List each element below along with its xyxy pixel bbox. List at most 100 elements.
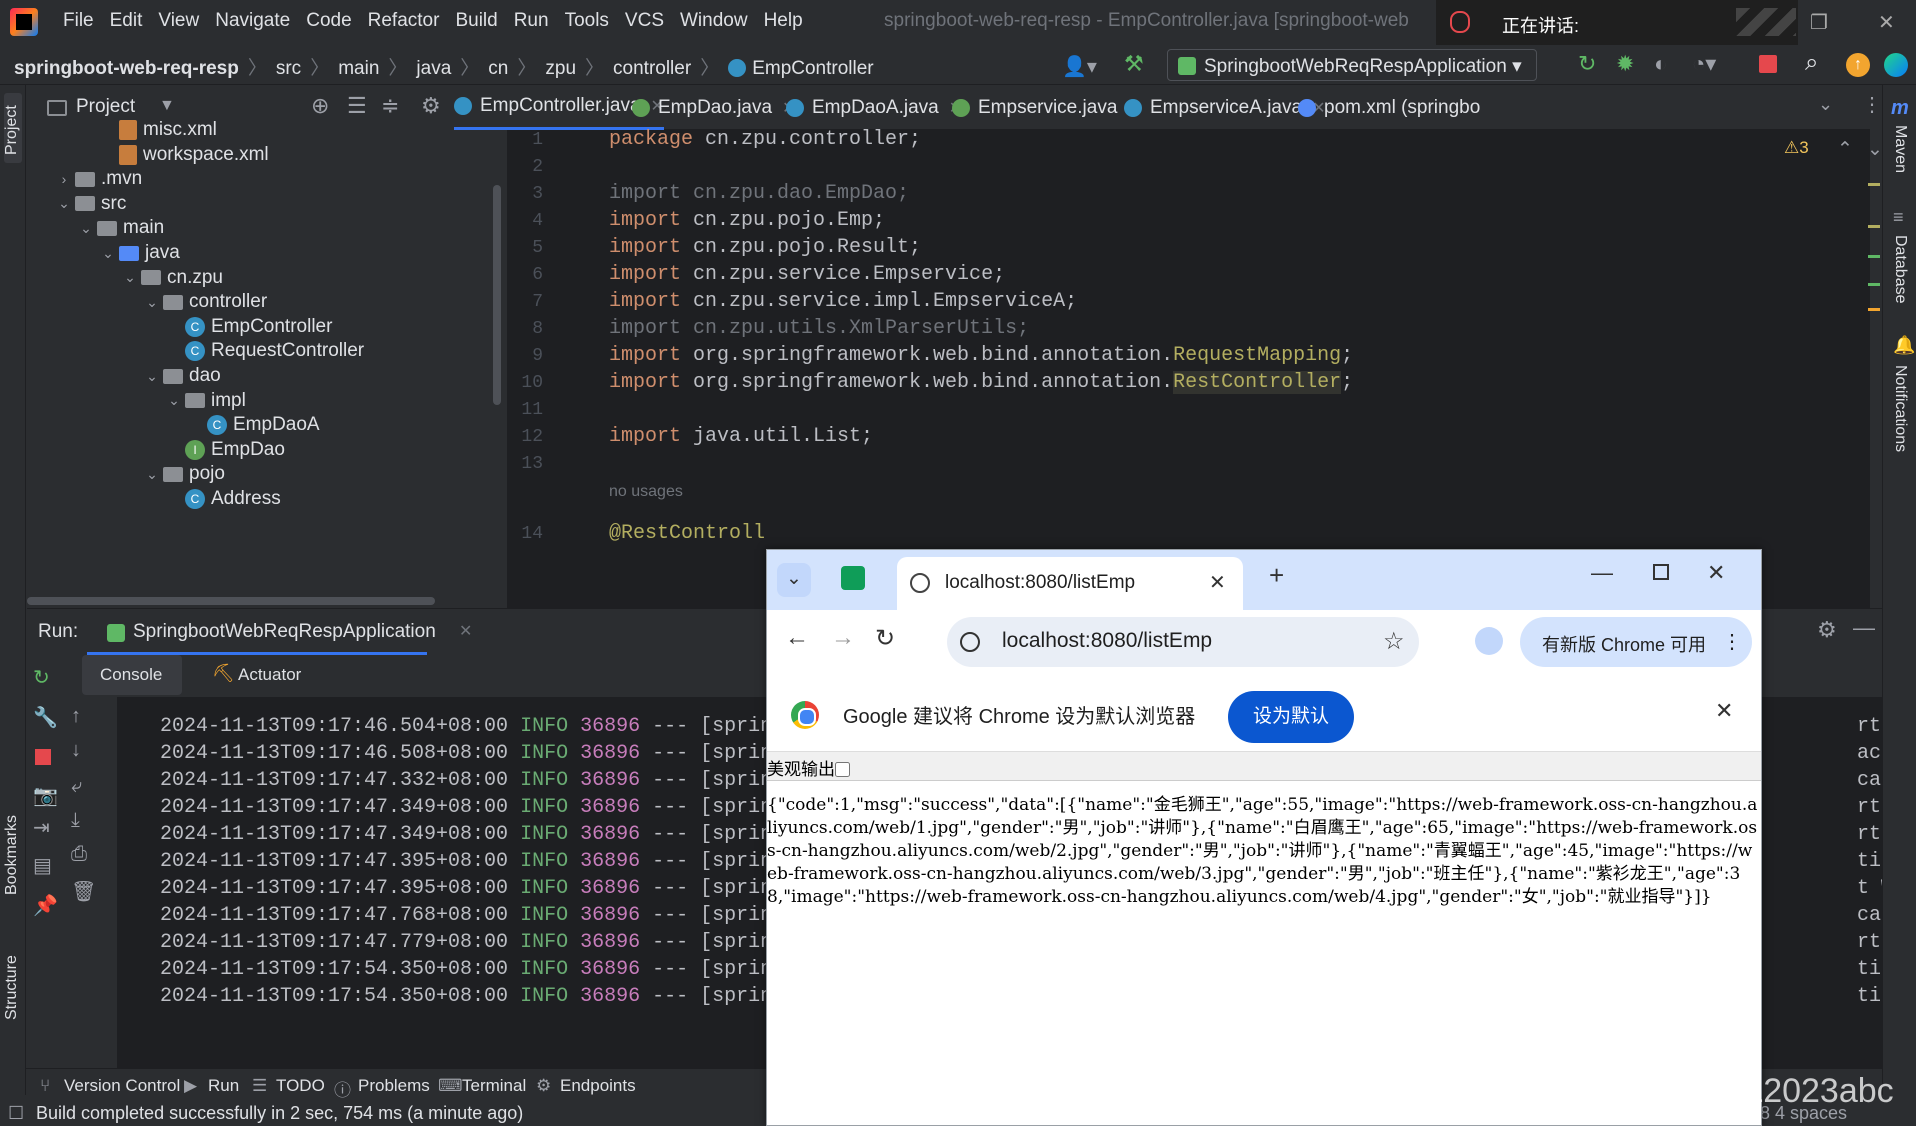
bottom-tab[interactable]: Problems xyxy=(358,1076,430,1096)
notifications-tool-label[interactable]: Notifications xyxy=(1891,365,1909,452)
scroll-mark[interactable] xyxy=(1868,183,1880,186)
update-icon[interactable]: ↑ xyxy=(1846,53,1870,77)
bookmark-star-icon[interactable]: ☆ xyxy=(1383,627,1405,656)
print-icon[interactable]: ⎙ xyxy=(71,843,87,866)
scroll-mark[interactable] xyxy=(1868,255,1880,258)
soft-wrap-icon[interactable]: ⤶ xyxy=(71,775,82,798)
intellij-logo-icon[interactable] xyxy=(10,8,38,36)
bookmarks-tool-label[interactable]: Bookmarks xyxy=(3,815,21,895)
menu-item-edit[interactable]: Edit xyxy=(110,10,149,32)
run-configuration-select[interactable]: SpringbootWebReqRespApplication ▾ xyxy=(1167,49,1537,81)
expand-arrow-icon[interactable]: ⌄ xyxy=(141,294,163,311)
expand-all-icon[interactable]: ☰ xyxy=(347,93,367,119)
scroll-to-end-icon[interactable]: ⤓ xyxy=(71,809,80,832)
chrome-update-button[interactable]: 有新版 Chrome 可用 ⋮ xyxy=(1520,617,1752,667)
search-icon[interactable]: ⌕ xyxy=(1805,49,1818,77)
breadcrumb-item[interactable]: EmpController xyxy=(752,58,873,79)
user-icon[interactable]: 👤▾ xyxy=(1062,54,1097,79)
warnings-indicator[interactable]: ⚠3 xyxy=(1784,138,1809,158)
status-checkbox-icon[interactable]: ☐ xyxy=(8,1103,24,1124)
close-window-icon[interactable]: ✕ xyxy=(1707,560,1725,586)
close-infobar-icon[interactable]: ✕ xyxy=(1715,698,1733,724)
prev-highlight-icon[interactable]: ⌃ xyxy=(1837,138,1853,161)
profile-avatar-icon[interactable] xyxy=(1475,627,1503,655)
database-tool-label[interactable]: Database xyxy=(1891,235,1909,304)
breadcrumb-item[interactable]: java xyxy=(416,58,451,79)
next-highlight-icon[interactable]: ⌄ xyxy=(1867,138,1883,161)
minimize-icon[interactable]: — xyxy=(1591,560,1613,586)
bottom-tab[interactable]: Endpoints xyxy=(560,1076,636,1096)
menu-item-build[interactable]: Build xyxy=(455,10,503,32)
menu-item-code[interactable]: Code xyxy=(306,10,357,32)
hide-run-panel-icon[interactable]: — xyxy=(1853,615,1875,641)
collapse-all-icon[interactable]: ≑ xyxy=(381,93,399,119)
editor-tab[interactable]: EmpDao.java✕ xyxy=(632,85,795,130)
rerun-icon[interactable]: ↻ xyxy=(1578,51,1596,77)
editor-tab[interactable]: Empservice.java✕ xyxy=(952,85,1141,130)
scroll-mark[interactable] xyxy=(1868,308,1880,311)
close-run-tab-icon[interactable]: ✕ xyxy=(459,621,472,641)
expand-arrow-icon[interactable]: ⌄ xyxy=(53,195,75,212)
new-tab-icon[interactable]: + xyxy=(1269,560,1284,591)
expand-arrow-icon[interactable]: ⌄ xyxy=(163,392,185,409)
reload-icon[interactable]: ↻ xyxy=(875,624,895,653)
profiler-icon[interactable]: ◔▾ xyxy=(1692,51,1716,77)
editor-tab[interactable]: EmpDaoA.java✕ xyxy=(786,85,962,130)
menu-item-refactor[interactable]: Refactor xyxy=(368,10,446,32)
tree-item[interactable]: C Address xyxy=(163,484,281,514)
menu-item-view[interactable]: View xyxy=(158,10,205,32)
debug-bug-icon[interactable]: ✹ xyxy=(1616,51,1634,77)
console-tab[interactable]: Console xyxy=(100,665,162,685)
bottom-tab[interactable]: Terminal xyxy=(462,1076,526,1096)
muted-mic-icon[interactable] xyxy=(1450,11,1470,33)
structure-tool-label[interactable]: Structure xyxy=(3,955,21,1020)
breadcrumb-item[interactable]: main xyxy=(338,58,379,79)
bell-icon[interactable]: 🔔 xyxy=(1893,335,1915,356)
expand-arrow-icon[interactable]: ⌄ xyxy=(141,466,163,483)
close-tab-icon[interactable]: ✕ xyxy=(1209,570,1226,595)
editor-tab[interactable]: pom.xml (springbo xyxy=(1298,85,1480,130)
project-hscrollbar[interactable] xyxy=(27,597,435,605)
code-editor[interactable]: 1 2 3 4 5 6 7 8 9 10 11 12 13 14 package cn.zpu.contr… xyxy=(507,128,1883,608)
trash-icon[interactable]: 🗑 xyxy=(71,879,96,904)
run-config-tab[interactable]: SpringbootWebReqRespApplication xyxy=(133,621,436,643)
tabs-dropdown-icon[interactable]: ⌄ xyxy=(1818,94,1833,115)
more-icon[interactable]: ⋮ xyxy=(1862,92,1882,117)
address-bar[interactable]: localhost:8080/listEmp ☆ xyxy=(947,617,1419,667)
breadcrumb-item[interactable]: controller xyxy=(613,58,691,79)
maximize-icon[interactable] xyxy=(1653,564,1669,580)
breadcrumb-item[interactable]: zpu xyxy=(545,58,576,79)
tab-search-icon[interactable]: ⌄ xyxy=(777,563,811,597)
close-window-icon[interactable]: ✕ xyxy=(1878,10,1895,35)
scroll-down-icon[interactable]: ↓ xyxy=(71,739,81,762)
scroll-up-icon[interactable]: ↑ xyxy=(71,705,81,728)
stop-icon[interactable] xyxy=(1759,55,1777,73)
camera-icon[interactable]: 📷 xyxy=(33,783,58,808)
bottom-tab[interactable]: TODO xyxy=(276,1076,325,1096)
expand-arrow-icon[interactable]: ⌄ xyxy=(75,220,97,237)
rerun-icon[interactable]: ↻ xyxy=(33,665,50,690)
browser-tab[interactable]: localhost:8080/listEmp ✕ xyxy=(897,557,1243,610)
breadcrumb-item[interactable]: src xyxy=(276,58,301,79)
restore-icon[interactable]: ❐ xyxy=(1810,10,1828,35)
editor-tab[interactable]: EmpserviceA.java ✕ xyxy=(1124,85,1325,130)
chevron-down-icon[interactable]: ▼ xyxy=(159,97,175,115)
database-icon[interactable]: ≡ xyxy=(1893,207,1904,228)
actuator-tab[interactable]: Actuator xyxy=(238,665,301,685)
stop-icon[interactable] xyxy=(35,749,51,765)
run-settings-gear-icon[interactable]: ⚙ xyxy=(1817,617,1837,643)
pin-icon[interactable]: 📌 xyxy=(33,893,58,918)
menu-item-run[interactable]: Run xyxy=(514,10,555,32)
gear-icon[interactable]: ⚙ xyxy=(421,93,441,119)
scroll-mark[interactable] xyxy=(1868,283,1880,286)
menu-item-file[interactable]: File xyxy=(63,10,100,32)
menu-item-window[interactable]: Window xyxy=(680,10,754,32)
back-icon[interactable]: ← xyxy=(785,624,809,652)
exit-icon[interactable]: ⇥ xyxy=(33,815,50,840)
project-scrollbar[interactable] xyxy=(493,185,501,405)
breadcrumb-item[interactable]: springboot-web-req-resp xyxy=(14,58,239,79)
bottom-tab[interactable]: Version Control xyxy=(64,1076,180,1096)
set-default-button[interactable]: 设为默认 xyxy=(1228,691,1354,743)
forward-icon[interactable]: → xyxy=(831,624,855,652)
layout-icon[interactable]: ▤ xyxy=(33,853,52,878)
